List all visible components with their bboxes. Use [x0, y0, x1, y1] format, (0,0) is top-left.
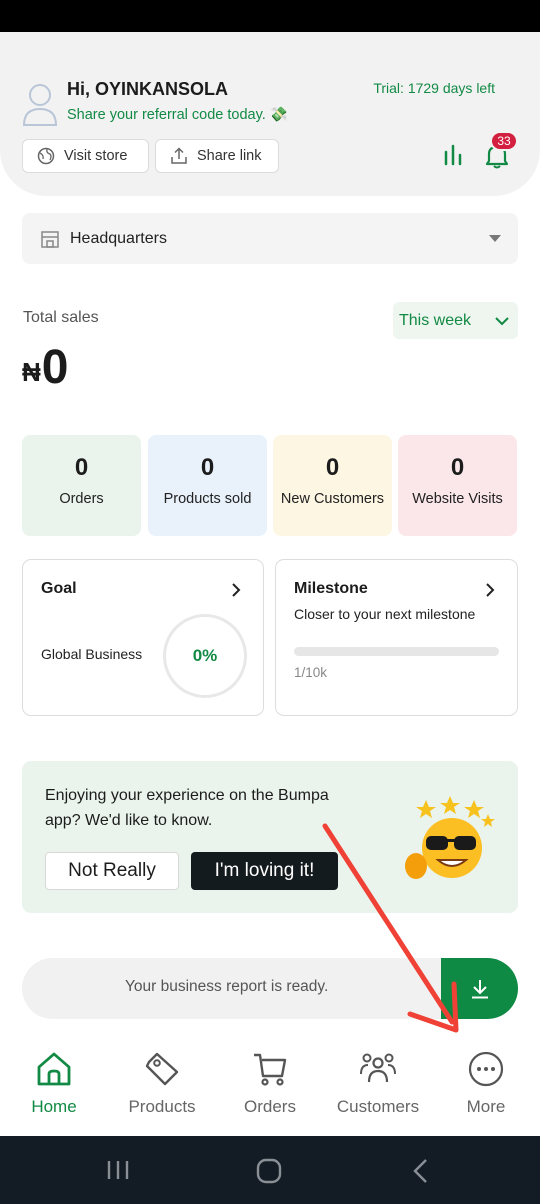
nav-home[interactable]: Home: [0, 1050, 108, 1117]
share-link-label: Share link: [197, 148, 262, 164]
sales-amount: ₦ 0: [22, 340, 68, 400]
milestone-title: Milestone: [294, 580, 368, 597]
chevron-right-icon: [232, 583, 241, 597]
nav-label: Customers: [336, 1097, 420, 1116]
goal-card[interactable]: Goal Global Business 0%: [22, 559, 264, 716]
nav-label: More: [466, 1097, 506, 1116]
greeting-text: Hi, OYINKANSOLA: [67, 79, 229, 99]
tag-icon: [145, 1052, 179, 1086]
metric-value: 0: [74, 454, 89, 481]
currency-symbol: ₦: [22, 357, 41, 387]
cart-icon: [254, 1053, 287, 1086]
metric-new-customers[interactable]: 0 New Customers: [273, 435, 392, 536]
back-icon[interactable]: [410, 1158, 430, 1184]
nav-products[interactable]: Products: [108, 1050, 216, 1117]
visit-store-button[interactable]: Visit store: [22, 139, 149, 173]
metric-orders[interactable]: 0 Orders: [22, 435, 141, 536]
metric-label: Orders: [59, 491, 104, 507]
feedback-question: Enjoying your experience on the Bumpa ap…: [45, 787, 329, 829]
goal-progress-ring: 0%: [163, 614, 247, 698]
nav-more[interactable]: More: [432, 1050, 540, 1117]
notification-badge: 33: [490, 131, 518, 151]
goal-title: Goal: [41, 580, 77, 597]
recent-apps-icon[interactable]: [106, 1159, 130, 1181]
chevron-down-icon: [495, 317, 509, 326]
metric-value: 0: [200, 454, 215, 481]
referral-link[interactable]: Share your referral code today. 💸: [67, 106, 288, 123]
not-really-button[interactable]: Not Really: [45, 852, 179, 890]
bottom-nav: Home Products Orders Customers More: [0, 1036, 540, 1136]
location-name: Headquarters: [70, 229, 167, 247]
avatar-icon[interactable]: [22, 82, 58, 126]
loving-it-button[interactable]: I'm loving it!: [191, 852, 338, 890]
sales-value: 0: [41, 341, 69, 394]
nav-label: Home: [31, 1097, 77, 1116]
store-icon: [41, 230, 59, 248]
chevron-down-icon: [489, 235, 501, 242]
location-selector[interactable]: Headquarters: [22, 213, 518, 264]
metric-value: 0: [325, 454, 340, 481]
home-button-icon[interactable]: [256, 1158, 282, 1184]
milestone-progress-bar: [294, 647, 499, 656]
report-text: Your business report is ready.: [125, 978, 329, 995]
metric-value: 0: [450, 454, 465, 481]
system-nav-bar: [0, 1136, 540, 1204]
header: Hi, OYINKANSOLA Share your referral code…: [0, 32, 540, 196]
download-icon: [471, 979, 488, 998]
nav-orders[interactable]: Orders: [216, 1050, 324, 1117]
visit-store-label: Visit store: [64, 148, 128, 164]
globe-icon: [37, 147, 55, 165]
cool-emoji-icon: [405, 796, 495, 879]
milestone-subtitle: Closer to your next milestone: [294, 606, 476, 622]
more-icon: [468, 1051, 504, 1087]
goal-name: Global Business: [41, 646, 143, 662]
metric-label: Products sold: [163, 491, 252, 507]
period-dropdown[interactable]: This week: [393, 302, 518, 339]
period-label: This week: [399, 311, 472, 329]
business-report-banner[interactable]: Your business report is ready.: [22, 958, 518, 1019]
feedback-card: Enjoying your experience on the Bumpa ap…: [22, 761, 518, 913]
goal-percent: 0%: [192, 646, 218, 665]
metric-label: New Customers: [280, 491, 385, 507]
trial-badge: Trial: 1729 days left: [373, 80, 495, 96]
metric-label: Website Visits: [412, 491, 503, 507]
share-link-button[interactable]: Share link: [155, 139, 279, 173]
chevron-right-icon: [486, 583, 495, 597]
nav-label: Products: [128, 1097, 196, 1116]
share-icon: [171, 147, 187, 164]
nav-customers[interactable]: Customers: [324, 1050, 432, 1117]
metric-website-visits[interactable]: 0 Website Visits: [398, 435, 517, 536]
total-sales-label: Total sales: [23, 309, 99, 326]
milestone-progress-text: 1/10k: [294, 665, 328, 680]
nav-label: Orders: [244, 1097, 296, 1116]
people-icon: [360, 1053, 396, 1083]
metric-products-sold[interactable]: 0 Products sold: [148, 435, 267, 536]
status-bar: [0, 0, 540, 32]
milestone-card[interactable]: Milestone Closer to your next milestone …: [275, 559, 518, 716]
analytics-icon[interactable]: [440, 142, 466, 168]
download-report-button[interactable]: [441, 958, 518, 1019]
home-icon: [37, 1052, 71, 1086]
